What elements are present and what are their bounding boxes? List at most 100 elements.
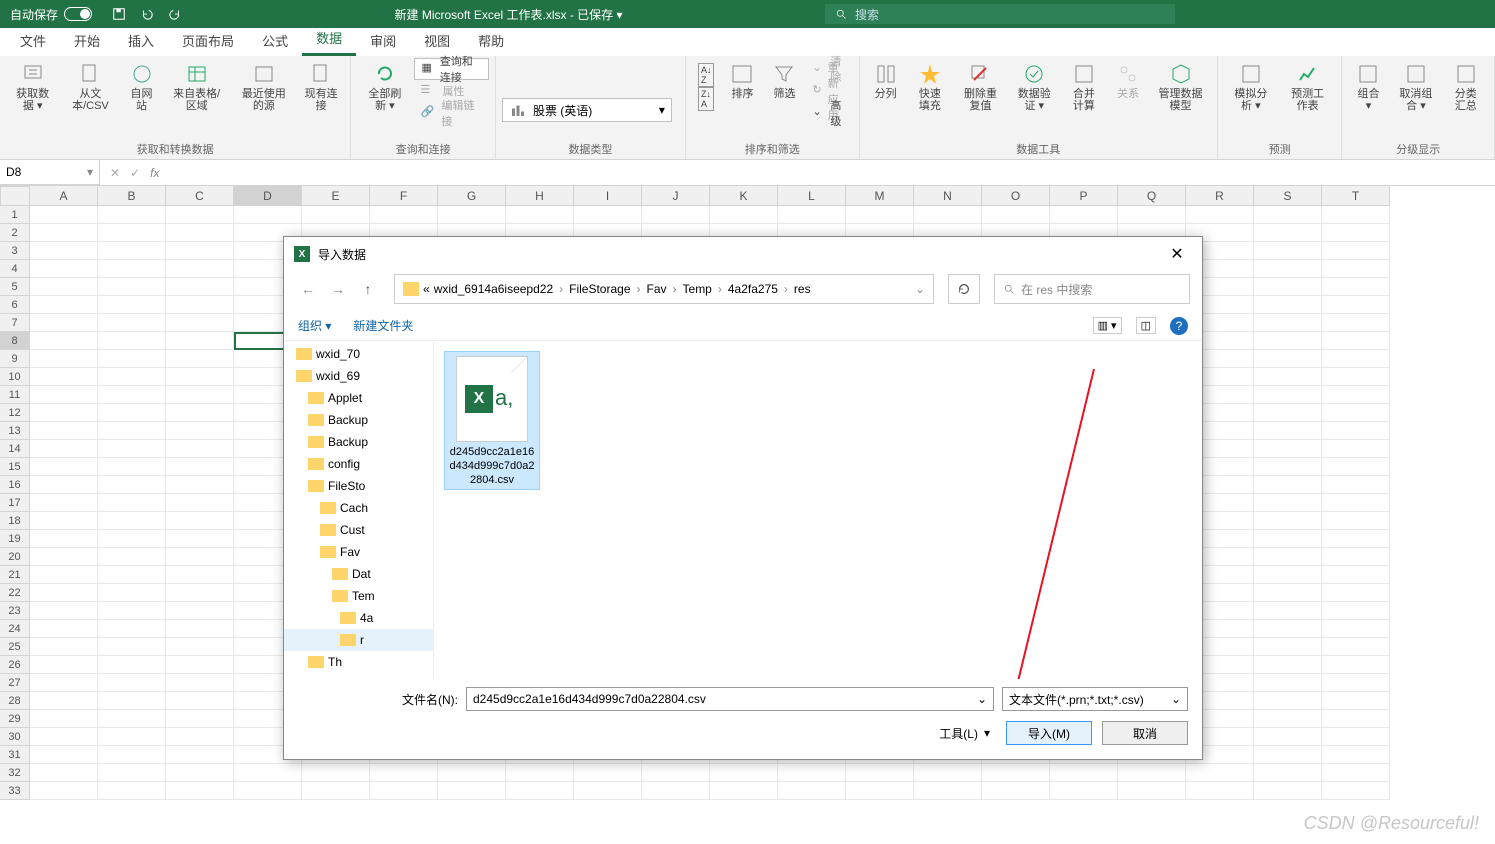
cell[interactable] — [1322, 602, 1390, 620]
tab-view[interactable]: 视图 — [410, 25, 464, 56]
cell[interactable] — [166, 458, 234, 476]
cell[interactable] — [1118, 782, 1186, 800]
cell[interactable] — [1254, 440, 1322, 458]
row-header[interactable]: 7 — [0, 314, 30, 332]
row-header[interactable]: 28 — [0, 692, 30, 710]
cell[interactable] — [98, 656, 166, 674]
cell[interactable] — [1186, 782, 1254, 800]
cell[interactable] — [98, 728, 166, 746]
cell[interactable] — [30, 368, 98, 386]
cell[interactable] — [166, 278, 234, 296]
cell[interactable] — [1322, 314, 1390, 332]
cell[interactable] — [166, 782, 234, 800]
row-header[interactable]: 1 — [0, 206, 30, 224]
cell[interactable] — [1322, 332, 1390, 350]
cell[interactable] — [98, 512, 166, 530]
cell[interactable] — [1254, 278, 1322, 296]
cell[interactable] — [166, 350, 234, 368]
cell[interactable] — [1322, 620, 1390, 638]
cell[interactable] — [1322, 386, 1390, 404]
cell[interactable] — [30, 386, 98, 404]
row-header[interactable]: 12 — [0, 404, 30, 422]
cell[interactable] — [1254, 458, 1322, 476]
row-header[interactable]: 13 — [0, 422, 30, 440]
help-icon[interactable]: ? — [1170, 317, 1188, 335]
cell[interactable] — [574, 206, 642, 224]
redo-icon[interactable] — [168, 7, 182, 21]
cell[interactable] — [30, 602, 98, 620]
cell[interactable] — [1322, 692, 1390, 710]
row-header[interactable]: 20 — [0, 548, 30, 566]
cell[interactable] — [30, 710, 98, 728]
cell[interactable] — [30, 674, 98, 692]
cell[interactable] — [506, 764, 574, 782]
cell[interactable] — [438, 782, 506, 800]
group-button[interactable]: 组合 ▾ — [1348, 58, 1388, 116]
cell[interactable] — [166, 584, 234, 602]
file-item[interactable]: Xa, d245d9cc2a1e16d434d999c7d0a22804.csv — [444, 351, 540, 490]
get-data-button[interactable]: 获取数据 ▾ — [6, 58, 59, 116]
from-table-button[interactable]: 来自表格/区域 — [164, 58, 230, 116]
cell[interactable] — [1254, 314, 1322, 332]
file-filter-combo[interactable]: 文本文件(*.prn;*.txt;*.csv)⌄ — [1002, 687, 1188, 711]
cell[interactable] — [98, 368, 166, 386]
cell[interactable] — [982, 764, 1050, 782]
tab-file[interactable]: 文件 — [6, 25, 60, 56]
cell[interactable] — [166, 602, 234, 620]
cell[interactable] — [30, 692, 98, 710]
cell[interactable] — [642, 764, 710, 782]
cell[interactable] — [302, 206, 370, 224]
cell[interactable] — [98, 422, 166, 440]
cell[interactable] — [1254, 350, 1322, 368]
cell[interactable] — [30, 332, 98, 350]
tree-node[interactable]: Cach — [284, 497, 433, 519]
cell[interactable] — [1254, 422, 1322, 440]
cell[interactable] — [1050, 782, 1118, 800]
cell[interactable] — [30, 782, 98, 800]
cell[interactable] — [1322, 440, 1390, 458]
cell[interactable] — [30, 584, 98, 602]
dialog-search[interactable]: 在 res 中搜索 — [994, 274, 1190, 304]
cell[interactable] — [98, 692, 166, 710]
cell[interactable] — [1322, 782, 1390, 800]
row-header[interactable]: 30 — [0, 728, 30, 746]
cell[interactable] — [98, 548, 166, 566]
cell[interactable] — [98, 314, 166, 332]
cell[interactable] — [166, 530, 234, 548]
cell[interactable] — [30, 422, 98, 440]
tab-pagelayout[interactable]: 页面布局 — [168, 25, 248, 56]
cell[interactable] — [1322, 674, 1390, 692]
row-header[interactable]: 27 — [0, 674, 30, 692]
column-header[interactable]: J — [642, 186, 710, 206]
cell[interactable] — [1322, 710, 1390, 728]
cell[interactable] — [98, 296, 166, 314]
cell[interactable] — [1186, 764, 1254, 782]
whatif-button[interactable]: 模拟分析 ▾ — [1224, 58, 1278, 116]
cell[interactable] — [166, 728, 234, 746]
cell[interactable] — [166, 512, 234, 530]
cell[interactable] — [846, 206, 914, 224]
flash-fill-button[interactable]: 快速填充 — [908, 58, 953, 116]
row-header[interactable]: 16 — [0, 476, 30, 494]
view-options-button[interactable]: ▥ ▾ — [1093, 317, 1122, 334]
tree-node[interactable]: Backup — [284, 431, 433, 453]
cell[interactable] — [30, 314, 98, 332]
tree-node[interactable]: Th — [284, 651, 433, 673]
cell[interactable] — [30, 440, 98, 458]
cell[interactable] — [1254, 674, 1322, 692]
tree-node[interactable]: Cust — [284, 519, 433, 541]
cell[interactable] — [1254, 548, 1322, 566]
cell[interactable] — [166, 440, 234, 458]
from-web-button[interactable]: 自网站 — [122, 58, 162, 116]
cell[interactable] — [30, 404, 98, 422]
data-type-combo[interactable]: 股票 (英语) ▾ — [502, 98, 672, 122]
tree-node[interactable]: FileSto — [284, 475, 433, 497]
cell[interactable] — [30, 548, 98, 566]
cell[interactable] — [914, 782, 982, 800]
cell[interactable] — [1322, 512, 1390, 530]
cell[interactable] — [98, 224, 166, 242]
cell[interactable] — [1322, 476, 1390, 494]
column-header[interactable]: D — [234, 186, 302, 206]
cell[interactable] — [1322, 260, 1390, 278]
cell[interactable] — [166, 710, 234, 728]
